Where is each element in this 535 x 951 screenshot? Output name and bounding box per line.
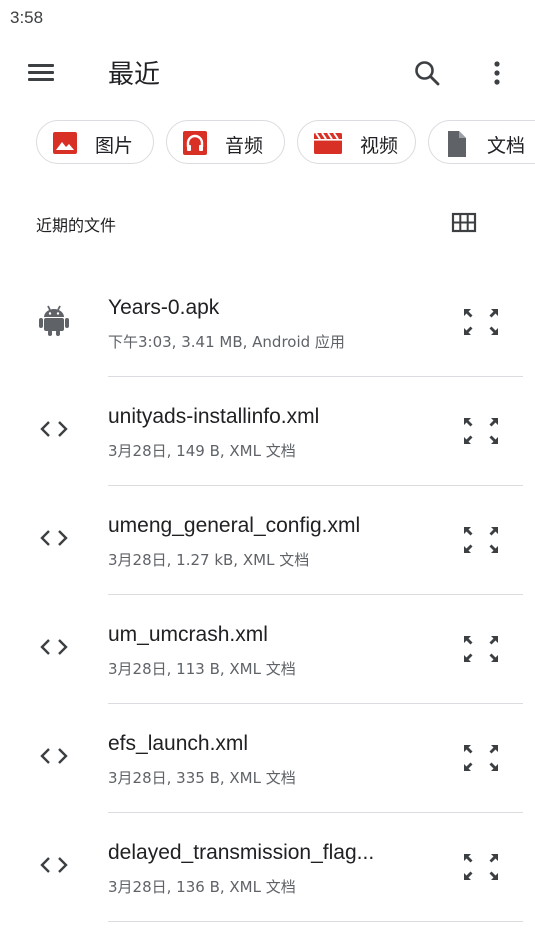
file-row[interactable]: efs_launch.xml 3月28日, 335 B, XML 文档 [0, 704, 535, 813]
expand-preview-icon[interactable] [460, 303, 502, 341]
status-bar: 3:58 [0, 0, 535, 38]
more-vert-icon[interactable] [480, 56, 514, 90]
code-icon [36, 847, 72, 883]
file-name: efs_launch.xml [108, 732, 249, 755]
file-row[interactable]: delayed_transmission_flag... 3月28日, 136 … [0, 813, 535, 922]
page-title: 最近 [108, 60, 161, 90]
file-name: delayed_transmission_flag... [108, 841, 375, 864]
section-title: 近期的文件 [36, 216, 117, 235]
file-meta: 3月28日, 335 B, XML 文档 [108, 769, 296, 787]
image-icon [52, 130, 78, 156]
status-time: 3:58 [10, 8, 44, 27]
file-list: Years-0.apk 下午3:03, 3.41 MB, Android 应用 … [0, 268, 535, 922]
chip-video[interactable]: 视频 [297, 120, 416, 164]
category-chips: 图片 音频 视频 文档 [0, 118, 535, 168]
file-row[interactable]: unityads-installinfo.xml 3月28日, 149 B, X… [0, 377, 535, 486]
chip-label: 音频 [225, 135, 264, 157]
expand-preview-icon[interactable] [460, 630, 502, 668]
file-name: um_umcrash.xml [108, 623, 268, 646]
app-bar: 最近 [0, 40, 535, 104]
movie-icon [313, 130, 342, 156]
file-meta: 3月28日, 113 B, XML 文档 [108, 660, 296, 678]
file-meta: 3月28日, 136 B, XML 文档 [108, 878, 296, 896]
chip-label: 图片 [95, 135, 134, 157]
expand-preview-icon[interactable] [460, 412, 502, 450]
file-meta: 3月28日, 149 B, XML 文档 [108, 442, 296, 460]
divider [108, 920, 523, 922]
code-icon [36, 411, 72, 447]
grid-view-icon[interactable] [450, 210, 478, 236]
expand-preview-icon[interactable] [460, 739, 502, 777]
document-icon [444, 130, 470, 157]
expand-preview-icon[interactable] [460, 848, 502, 886]
headphones-icon [182, 130, 208, 156]
chip-audio[interactable]: 音频 [166, 120, 285, 164]
chip-label: 文档 [487, 135, 526, 157]
code-icon [36, 629, 72, 665]
search-icon[interactable] [410, 56, 444, 90]
chip-documents[interactable]: 文档 [428, 120, 535, 164]
file-meta: 3月28日, 1.27 kB, XML 文档 [108, 551, 310, 569]
recent-files-header: 近期的文件 [0, 200, 535, 246]
file-row[interactable]: Years-0.apk 下午3:03, 3.41 MB, Android 应用 [0, 268, 535, 377]
code-icon [36, 520, 72, 556]
file-name: umeng_general_config.xml [108, 514, 361, 537]
file-name: Years-0.apk [108, 296, 220, 319]
file-meta: 下午3:03, 3.41 MB, Android 应用 [108, 333, 345, 351]
code-icon [36, 738, 72, 774]
chip-label: 视频 [360, 135, 399, 157]
file-row[interactable]: um_umcrash.xml 3月28日, 113 B, XML 文档 [0, 595, 535, 704]
android-icon [36, 302, 72, 338]
expand-preview-icon[interactable] [460, 521, 502, 559]
file-row[interactable]: umeng_general_config.xml 3月28日, 1.27 kB,… [0, 486, 535, 595]
hamburger-menu-icon[interactable] [24, 56, 58, 90]
file-name: unityads-installinfo.xml [108, 405, 320, 428]
chip-images[interactable]: 图片 [36, 120, 154, 164]
